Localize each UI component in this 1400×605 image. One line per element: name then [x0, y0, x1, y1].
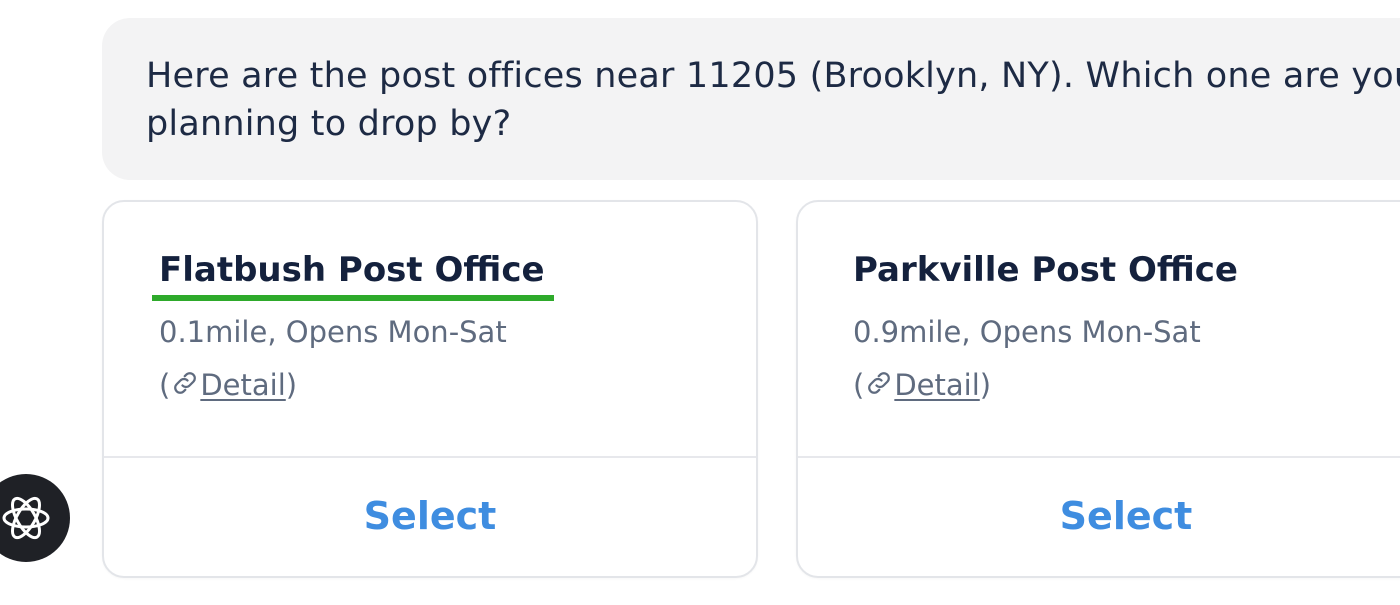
- office-distance-hours: 0.9mile, Opens Mon-Sat: [853, 315, 1201, 349]
- link-icon: [174, 372, 197, 394]
- office-card-body: Flatbush Post Office 0.1mile, Opens Mon-…: [104, 202, 756, 458]
- chat-view: Here are the post offices near 11205 (Br…: [0, 0, 1400, 605]
- detail-close-paren: ): [979, 368, 992, 402]
- office-card-body: Parkville Post Office 0.9mile, Opens Mon…: [798, 202, 1400, 458]
- link-icon: [868, 372, 891, 394]
- office-detail-row: ( Detail): [853, 365, 991, 405]
- office-card-flatbush: Flatbush Post Office 0.1mile, Opens Mon-…: [102, 200, 758, 578]
- highlight-underline: [152, 295, 554, 301]
- detail-link[interactable]: Detail: [894, 368, 979, 402]
- assistant-logo-icon: [2, 496, 50, 540]
- detail-close-paren: ): [285, 368, 298, 402]
- select-button[interactable]: Select: [104, 456, 756, 576]
- office-card-parkville: Parkville Post Office 0.9mile, Opens Mon…: [796, 200, 1400, 578]
- assistant-avatar: [0, 474, 70, 562]
- select-button[interactable]: Select: [798, 456, 1400, 576]
- detail-open-paren: (: [159, 368, 171, 402]
- assistant-message-bubble: Here are the post offices near 11205 (Br…: [102, 18, 1400, 180]
- office-distance-hours: 0.1mile, Opens Mon-Sat: [159, 315, 507, 349]
- office-name: Flatbush Post Office: [159, 250, 545, 290]
- detail-link[interactable]: Detail: [200, 368, 285, 402]
- office-detail-row: ( Detail): [159, 365, 297, 405]
- assistant-message-text: Here are the post offices near 11205 (Br…: [146, 56, 1400, 144]
- office-name: Parkville Post Office: [853, 250, 1238, 290]
- detail-open-paren: (: [853, 368, 865, 402]
